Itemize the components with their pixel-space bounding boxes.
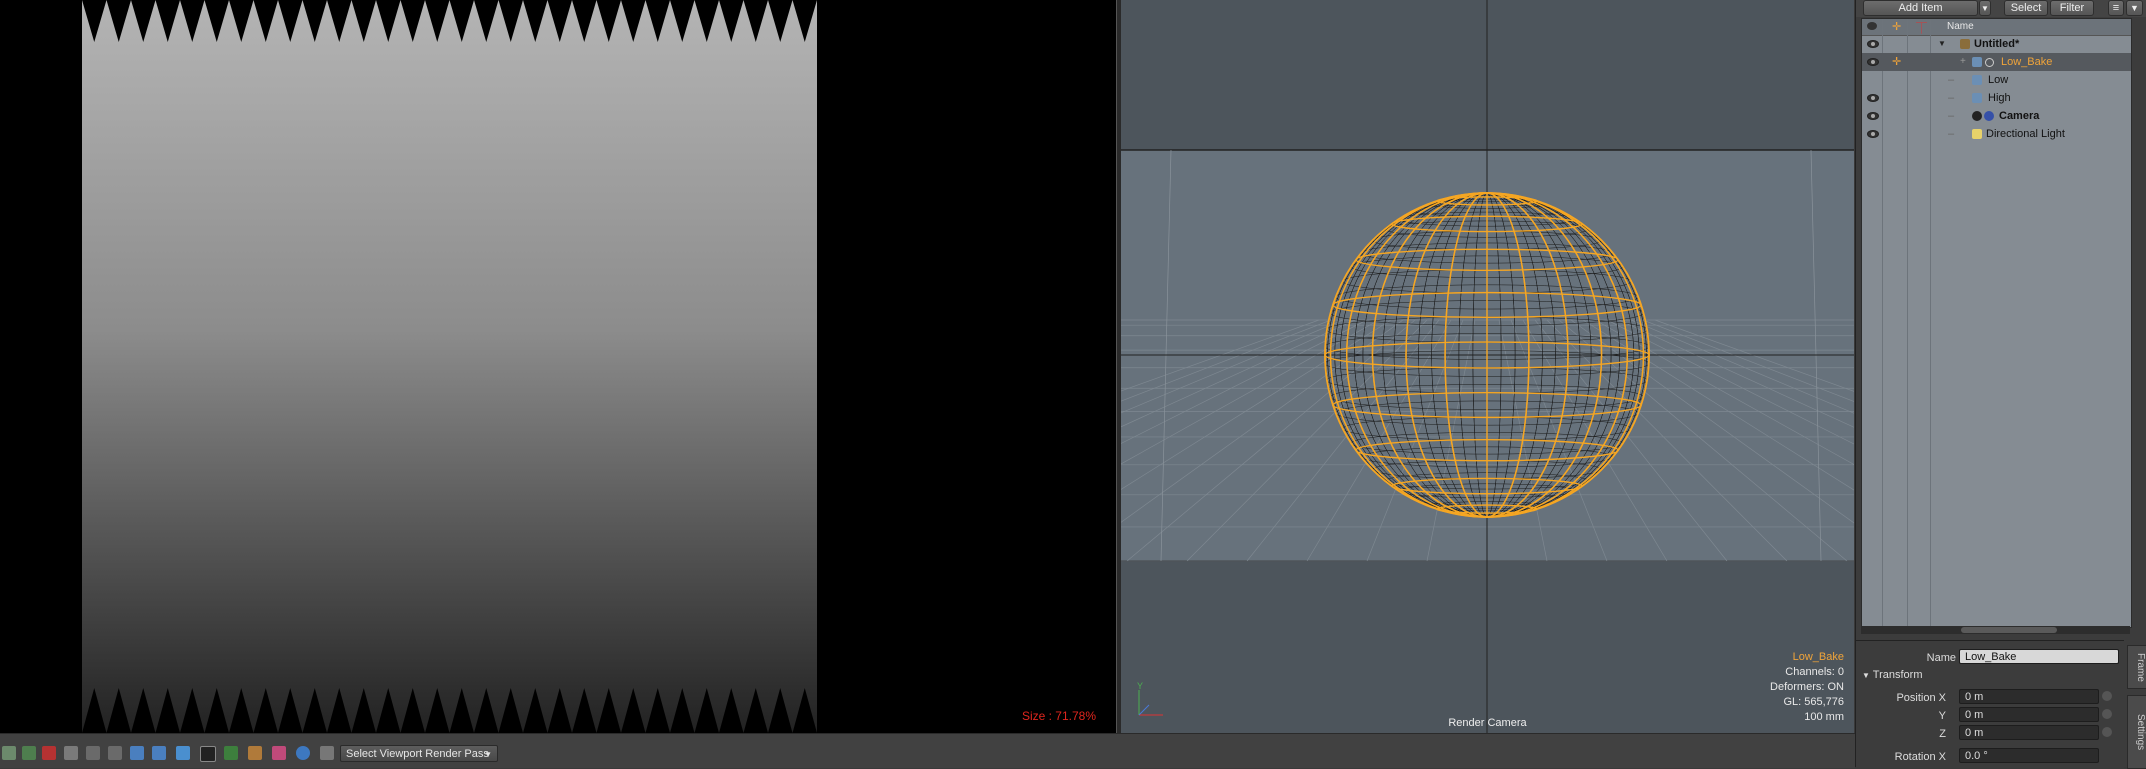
shader-icon[interactable]	[248, 746, 262, 760]
position-y-label: Y	[1938, 710, 1946, 722]
keyframe-dot-icon[interactable]	[2102, 691, 2112, 701]
document-icon[interactable]	[320, 746, 334, 760]
preview-icon[interactable]	[176, 746, 190, 760]
crop-icon[interactable]	[64, 746, 78, 760]
outliner-header: ✛ ⏉ Name	[1862, 19, 2131, 36]
expand-arrow-icon[interactable]: ▼	[1938, 35, 1946, 53]
outliner-row-camera[interactable]: – Camera	[1862, 107, 2131, 125]
lock-icon[interactable]: ✛	[1892, 53, 1901, 71]
save-image-icon[interactable]	[130, 746, 144, 760]
row-label: Untitled*	[1974, 38, 2020, 50]
scene-icon	[1960, 39, 1970, 49]
outliner-row-high[interactable]: – High	[1862, 89, 2131, 107]
row-label: Camera	[1999, 110, 2040, 122]
viewport-info-overlay: Low_Bake Channels: 0 Deformers: ON GL: 5…	[1770, 650, 1844, 725]
filter-button[interactable]: Filter	[2050, 0, 2094, 16]
rotation-x-label: Rotation X	[1894, 751, 1946, 763]
expand-plus-icon[interactable]: +	[1960, 53, 1966, 71]
bake-icon[interactable]	[22, 746, 36, 760]
size-readout: Size : 71.78%	[1021, 709, 1096, 723]
camera-label: Render Camera	[1448, 717, 1527, 729]
item-list[interactable]: ✛ ⏉ Name ▼ Untitled* ✛ + Low_Bake – Low	[1861, 18, 2132, 628]
row-label: Low_Bake	[2001, 56, 2053, 68]
properties-panel: Name Low_Bake ▼ Transform Position X 0 m…	[1856, 640, 2124, 768]
outliner-row-low[interactable]: – Low	[1862, 71, 2131, 89]
stats-icon[interactable]	[224, 746, 238, 760]
dropdown-chevron-icon: ▼	[484, 750, 492, 759]
items-panel: Add Item ▼ Select Filter ≡ ▼ ✛ ⏉ Name ▼ …	[1855, 0, 2146, 769]
row-label: High	[1988, 92, 2011, 104]
outliner-row-low-bake[interactable]: ✛ + Low_Bake	[1862, 53, 2131, 71]
render-column-icon[interactable]: ⏉	[1916, 20, 1927, 36]
keyframe-dot-icon[interactable]	[2102, 709, 2112, 719]
transform-section-label: Transform	[1872, 669, 1923, 681]
position-x-field[interactable]: 0 m	[1959, 689, 2099, 704]
settings-gear-icon[interactable]	[296, 746, 310, 760]
visibility-eye-icon[interactable]	[1867, 112, 1879, 120]
layout-icon[interactable]	[2, 746, 16, 760]
panel-menu-icon[interactable]: ≡	[2108, 0, 2124, 16]
row-label: Low	[1988, 74, 2009, 86]
name-label: Name	[1926, 652, 1956, 664]
keyframe-dot-icon[interactable]	[2102, 727, 2112, 737]
name-field[interactable]: Low_Bake	[1959, 649, 2119, 664]
outliner-toolbar: Add Item ▼ Select Filter ≡ ▼	[1856, 0, 2146, 17]
row-label: Directional Light	[1986, 128, 2065, 140]
baked-gradient-image	[82, 0, 817, 733]
camera-icon	[1972, 111, 1982, 121]
position-y-field[interactable]: 0 m	[1959, 707, 2099, 722]
tab-settings[interactable]: Settings	[2127, 695, 2146, 769]
light-icon	[1972, 129, 1982, 139]
clear-icon[interactable]	[42, 746, 56, 760]
position-z-field[interactable]: 0 m	[1959, 725, 2099, 740]
visibility-column-icon[interactable]	[1867, 22, 1877, 30]
gl-readout: GL: 565,776	[1783, 696, 1844, 708]
collapse-arrow-icon: ▼	[1862, 671, 1870, 680]
add-item-button[interactable]: Add Item	[1863, 0, 1978, 16]
export-icon[interactable]	[152, 746, 166, 760]
region-icon[interactable]	[86, 746, 100, 760]
visibility-eye-icon[interactable]	[1867, 40, 1879, 48]
deformers-readout: Deformers: ON	[1770, 681, 1844, 693]
checker-icon[interactable]	[272, 746, 286, 760]
render-pass-select[interactable]: Select Viewport Render Pass ▼	[340, 745, 498, 762]
mesh-icon	[1972, 75, 1982, 85]
add-item-dropdown-icon[interactable]: ▼	[1979, 0, 1991, 16]
select-button[interactable]: Select	[2004, 0, 2048, 16]
funnel-icon[interactable]: ▼	[2126, 0, 2143, 16]
tab-frame[interactable]: Frame	[2127, 645, 2146, 689]
visibility-eye-icon[interactable]	[1867, 94, 1879, 102]
outliner-horizontal-scrollbar[interactable]	[1861, 626, 2130, 634]
channels-readout: Channels: 0	[1785, 666, 1844, 678]
visibility-eye-icon[interactable]	[1867, 130, 1879, 138]
mesh-icon	[1972, 93, 1982, 103]
outliner-row-directional-light[interactable]: – Directional Light	[1862, 125, 2131, 143]
render-view-panel[interactable]: Size : 71.78%	[0, 0, 1116, 733]
lock-column-icon[interactable]: ✛	[1892, 20, 1901, 33]
selected-item-readout: Low_Bake	[1792, 651, 1844, 663]
name-column-header: Name	[1947, 21, 1974, 32]
add-item-label: Add Item	[1898, 2, 1943, 14]
transform-section-header[interactable]: ▼ Transform	[1862, 669, 1923, 681]
mesh-icon	[1972, 57, 1982, 67]
compare-icon[interactable]	[108, 746, 122, 760]
position-x-label: Position X	[1896, 692, 1946, 704]
axis-y-label: Y	[1137, 681, 1143, 691]
outliner-row-untitled[interactable]: ▼ Untitled*	[1862, 35, 2131, 53]
terminal-icon[interactable]	[200, 746, 216, 762]
gear-icon	[1985, 58, 1994, 67]
rotation-x-field[interactable]: 0.0 °	[1959, 748, 2099, 763]
render-pass-label: Select Viewport Render Pass	[346, 748, 489, 760]
material-sphere-icon	[1984, 111, 1994, 121]
bottom-toolbar: Select Viewport Render Pass ▼	[0, 733, 1855, 768]
position-z-label: Z	[1939, 728, 1946, 740]
3d-viewport[interactable]: Y Low_Bake Channels: 0 Deformers: ON GL:…	[1121, 0, 1854, 733]
visibility-eye-icon[interactable]	[1867, 58, 1879, 66]
viewport-scene: Y	[1121, 0, 1854, 733]
